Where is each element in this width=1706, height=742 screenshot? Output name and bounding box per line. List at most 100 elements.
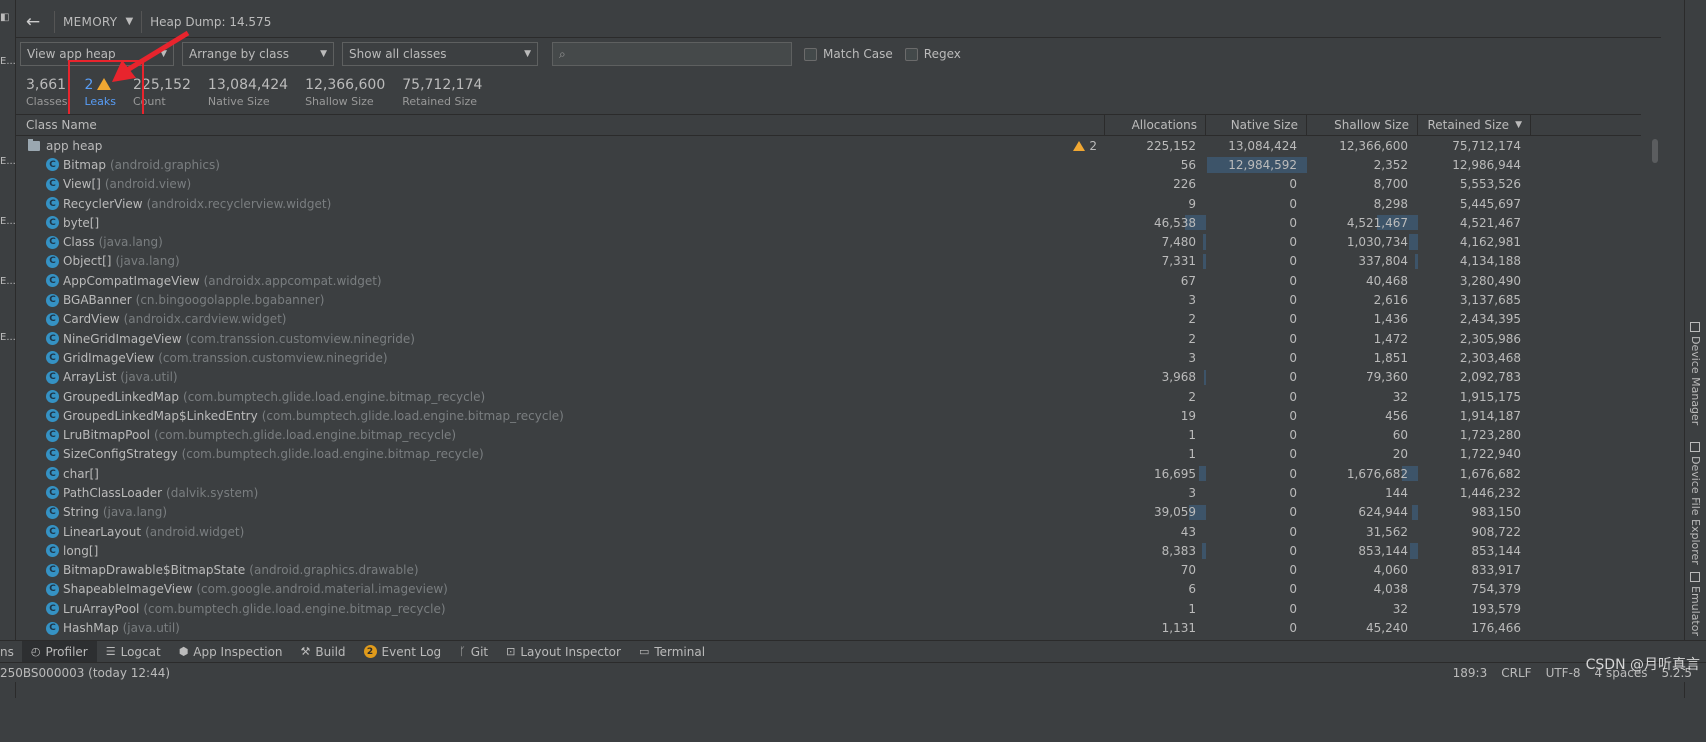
status-line-separator[interactable]: CRLF — [1501, 666, 1531, 680]
table-row[interactable]: C PathClassLoader (dalvik.system) 3 0 144 1,44… — [16, 483, 1641, 502]
table-row[interactable]: C Class (java.lang) 7,480 0 1,030,734 4,162,98… — [16, 232, 1641, 251]
table-row[interactable]: C GroupedLinkedMap (com.bumptech.glide.loa… — [16, 387, 1641, 406]
cell-allocations-container: 6 — [1105, 580, 1206, 599]
cell-allocations-container: 46,538 — [1105, 213, 1206, 232]
show-classes-value: Show all classes — [349, 47, 447, 61]
class-package: (cn.bingoogolapple.bgabanner) — [135, 293, 325, 308]
table-row[interactable]: Cbyte[] 46,538 0 4,521,467 4,521,467 — [16, 213, 1641, 232]
cell-retained: 5,445,697 — [1459, 196, 1521, 211]
tool-window-build[interactable]: ⚒ Build — [292, 641, 355, 662]
status-position[interactable]: 189:3 — [1453, 666, 1488, 680]
col-header-class-name[interactable]: Class Name — [16, 115, 1105, 135]
col-header-allocations[interactable]: Allocations — [1105, 115, 1206, 135]
class-icon: C — [46, 216, 59, 230]
tool-window-layout-inspector[interactable]: ⊡ Layout Inspector — [497, 641, 630, 662]
tool-window-event-log[interactable]: 2 Event Log — [355, 641, 451, 662]
table-row[interactable]: C CardView (androidx.cardview.widget) 2 0 1,4… — [16, 310, 1641, 329]
table-row[interactable]: C LruBitmapPool (com.bumptech.glide.load.e… — [16, 425, 1641, 444]
vertical-scrollbar[interactable] — [1650, 137, 1660, 640]
device-file-explorer-tab[interactable]: Device File Explorer — [1689, 442, 1702, 565]
show-classes-select[interactable]: Show all classes ▼ — [342, 42, 538, 66]
table-row[interactable]: C ShapeableImageView (com.google.android.m… — [16, 580, 1641, 599]
status-encoding[interactable]: UTF-8 — [1546, 666, 1581, 680]
class-name: ArrayList — [63, 370, 117, 385]
cell-native-container: 0 — [1206, 618, 1307, 637]
tool-window-logcat[interactable]: ☰ Logcat — [97, 641, 170, 662]
table-row[interactable]: C GroupedLinkedMap$LinkedEntry (com.bumpte… — [16, 406, 1641, 425]
cell-shallow: 456 — [1385, 408, 1408, 423]
col-header-shallow-size[interactable]: Shallow Size — [1307, 115, 1418, 135]
cell-retained: 2,092,783 — [1459, 370, 1521, 385]
tool-window-git[interactable]: ᚴ Git — [450, 641, 497, 662]
class-package: (com.bumptech.glide.load.engine.bitmap_r… — [153, 428, 457, 443]
emulator-tab[interactable]: Emulator — [1689, 572, 1702, 636]
chevron-down-icon: ▼ — [524, 49, 531, 59]
table-row[interactable]: C AppCompatImageView (androidx.appcompat.w… — [16, 271, 1641, 290]
table-row[interactable]: C NineGridImageView (com.transsion.customv… — [16, 329, 1641, 348]
cell-retained-container: 754,379 — [1418, 580, 1531, 599]
gutter-fragment: E... — [0, 332, 16, 343]
table-row[interactable]: C HashMap (java.util) 1,131 0 45,240 176,466 — [16, 618, 1641, 637]
table-row[interactable]: C BitmapDrawable$BitmapState (android.grap… — [16, 561, 1641, 580]
tool-window-app-inspection[interactable]: ⬢ App Inspection — [170, 641, 292, 662]
cell-shallow-container: 4,038 — [1307, 580, 1418, 599]
cell-shallow-container: 60 — [1307, 425, 1418, 444]
table-row[interactable]: C Object[] (java.lang) 7,331 0 337,804 4,134,1… — [16, 252, 1641, 271]
class-icon: C — [46, 177, 59, 191]
table-row[interactable]: C ArrayList (java.util) 3,968 0 79,360 2,092,7… — [16, 368, 1641, 387]
cell-bar — [1198, 466, 1206, 482]
class-name: GroupedLinkedMap$LinkedEntry — [63, 408, 258, 423]
gutter-layout-icon[interactable]: ◧ — [0, 12, 9, 23]
cell-shallow: 2,352 — [1373, 157, 1408, 172]
match-case-checkbox[interactable]: Match Case — [804, 47, 893, 61]
table-row[interactable]: C GridImageView (com.transsion.customview.… — [16, 348, 1641, 367]
back-arrow-icon[interactable]: ← — [20, 9, 46, 35]
class-package: (java.util) — [122, 621, 180, 636]
table-row[interactable]: C LinearLayout (android.widget) 43 0 31,562 90… — [16, 522, 1641, 541]
chevron-down-icon[interactable]: ▼ — [125, 16, 133, 27]
table-row-root[interactable]: app heap 2 225,152 13,084,424 12,366,600… — [16, 136, 1641, 155]
table-row[interactable]: C String (java.lang) 39,059 0 624,944 983,150 — [16, 503, 1641, 522]
cell-class-name: Clong[] — [16, 541, 1105, 560]
class-icon: C — [46, 312, 59, 326]
regex-checkbox[interactable]: Regex — [904, 47, 961, 61]
cell-allocations: 1,131 — [1161, 621, 1196, 636]
table-row[interactable]: Cchar[] 16,695 0 1,676,682 1,676,682 — [16, 464, 1641, 483]
cell-shallow: 8,298 — [1373, 196, 1408, 211]
table-row[interactable]: C SizeConfigStrategy (com.bumptech.glide.l… — [16, 445, 1641, 464]
search-input[interactable] — [571, 47, 772, 61]
arrange-select[interactable]: Arrange by class ▼ — [182, 42, 334, 66]
cell-allocations: 16,695 — [1154, 466, 1196, 481]
cell-allocations-container: 1 — [1105, 445, 1206, 464]
cell-shallow: 60 — [1392, 428, 1408, 443]
tool-window-label: Profiler — [45, 644, 88, 659]
checkbox-box[interactable] — [804, 47, 817, 61]
table-row[interactable]: C BGABanner (cn.bingoogolapple.bgabanner) 3… — [16, 290, 1641, 309]
tool-window-profiler[interactable]: ◴ Profiler — [21, 641, 97, 662]
col-header-native-size[interactable]: Native Size — [1206, 115, 1307, 135]
folder-icon — [28, 138, 40, 151]
emulator-icon — [1690, 572, 1700, 582]
gutter-fragment: E... — [0, 156, 16, 167]
search-field[interactable]: ⌕ — [552, 42, 792, 66]
table-row[interactable]: C View[] (android.view) 226 0 8,700 5,553,526 — [16, 175, 1641, 194]
checkbox-box[interactable] — [904, 47, 918, 61]
cell-shallow-container: 32 — [1307, 387, 1418, 406]
cell-retained: 4,134,188 — [1459, 254, 1521, 269]
gutter-fragment: E... — [0, 56, 16, 67]
tool-window-terminal[interactable]: ▭ Terminal — [630, 641, 714, 662]
cell-allocations-container: 1 — [1105, 599, 1206, 618]
cell-retained: 176,466 — [1471, 621, 1521, 636]
watermark: CSDN @月听真言 — [1585, 657, 1700, 673]
class-package: (java.lang) — [98, 235, 163, 250]
profiler-type-dropdown[interactable]: MEMORY — [63, 15, 117, 29]
cell-shallow: 624,944 — [1358, 505, 1408, 520]
device-manager-tab[interactable]: Device Manager — [1689, 322, 1702, 425]
table-row[interactable]: C RecyclerView (androidx.recyclerview.widg… — [16, 194, 1641, 213]
class-package: (androidx.cardview.widget) — [123, 312, 287, 327]
table-row[interactable]: C Bitmap (android.graphics) 56 12,984,592 2,3… — [16, 155, 1641, 174]
table-row[interactable]: Clong[] 8,383 0 853,144 853,144 — [16, 541, 1641, 560]
table-row[interactable]: C LruArrayPool (com.bumptech.glide.load.en… — [16, 599, 1641, 618]
scrollbar-thumb[interactable] — [1652, 139, 1658, 163]
col-header-retained-size[interactable]: Retained Size ▼ — [1418, 115, 1531, 135]
